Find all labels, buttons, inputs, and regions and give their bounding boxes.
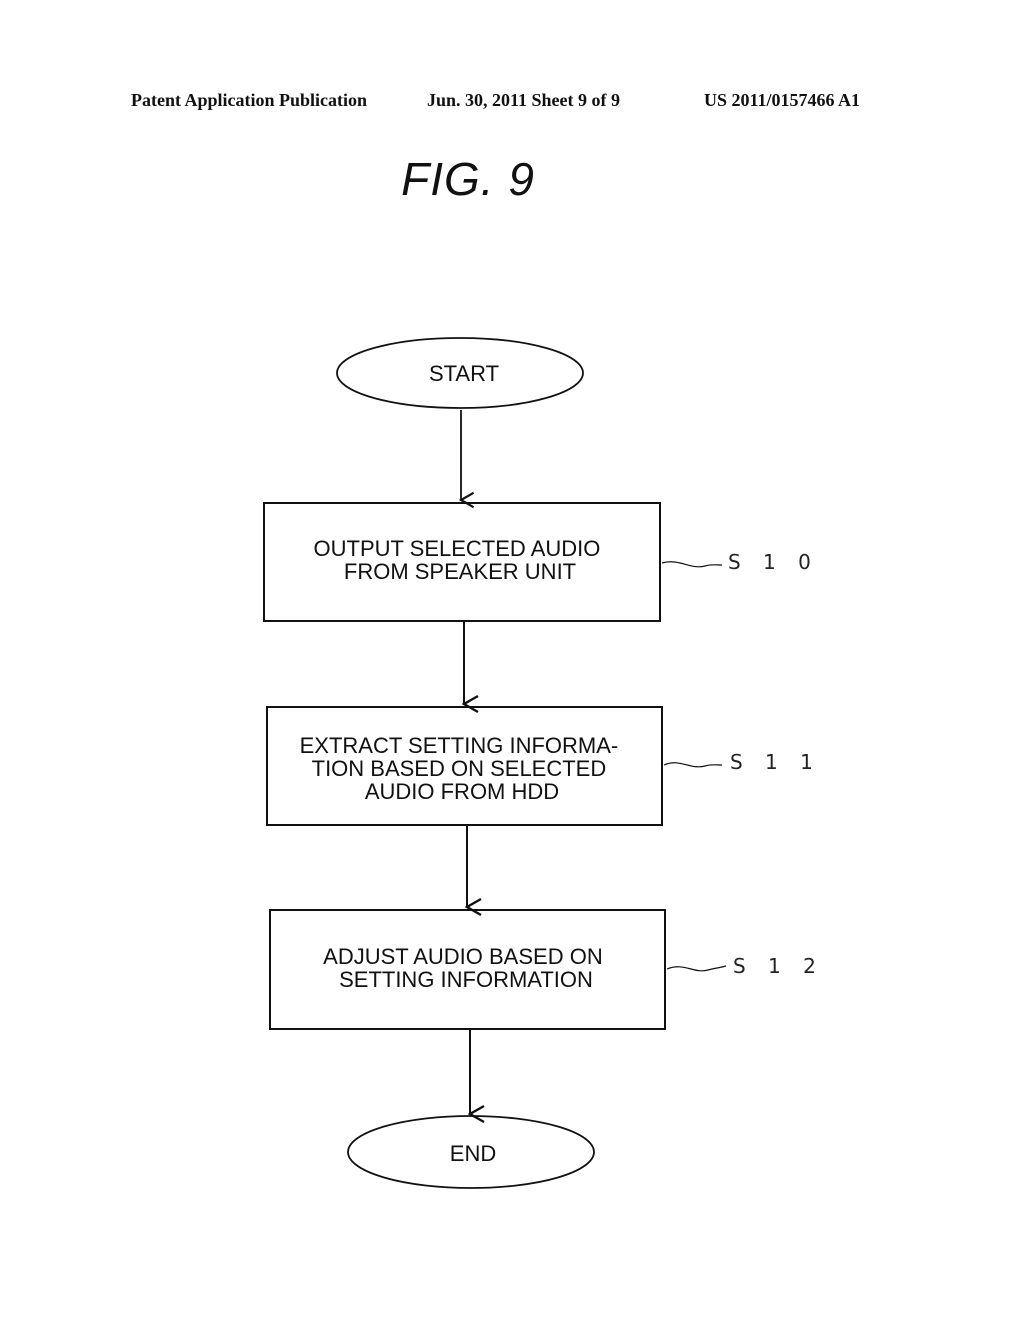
leader-s10 [661, 561, 723, 568]
step-text-s10: OUTPUT SELECTED AUDIO FROM SPEAKER UNIT [314, 536, 607, 584]
step-text-s12: ADJUST AUDIO BASED ON SETTING INFORMATIO… [323, 944, 609, 992]
leader-s12 [666, 965, 727, 972]
step-text-s11: EXTRACT SETTING INFORMA- TION BASED ON S… [300, 733, 625, 804]
leader-s11 [663, 762, 723, 768]
step-ref-s12: S 1 2 [733, 954, 824, 978]
end-label: END [450, 1141, 496, 1166]
step-ref-s10: S 1 0 [728, 550, 819, 574]
start-label: START [429, 361, 499, 386]
flowchart: START OUTPUT SELECTED AUDIO FROM SPEAKER… [263, 337, 824, 1189]
step-ref-s11: S 1 1 [730, 750, 821, 774]
